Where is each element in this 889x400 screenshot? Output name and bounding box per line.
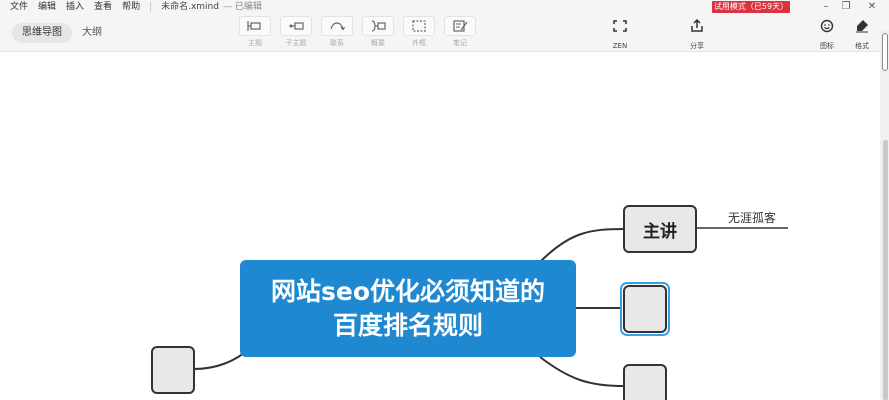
subtopic-main[interactable]: 主讲 [623, 205, 697, 253]
subtopic-empty-selected[interactable] [623, 285, 667, 333]
subtopic-empty-left[interactable] [151, 346, 195, 394]
central-topic-line-1: 网站seo优化必须知道的 [270, 276, 545, 306]
subtopic-empty-lower[interactable] [623, 364, 667, 400]
connector-main [539, 228, 625, 263]
floating-topic[interactable]: 无涯孤客 [728, 209, 776, 226]
central-topic[interactable]: 网站seo优化必须知道的 百度排名规则 [240, 260, 576, 357]
central-topic-line-2: 百度排名规则 [332, 310, 483, 340]
subtopic-main-label: 主讲 [643, 221, 677, 242]
scrollbar-thumb[interactable] [882, 33, 888, 71]
connector-lower [539, 356, 625, 387]
scrollbar-track[interactable] [883, 140, 888, 400]
